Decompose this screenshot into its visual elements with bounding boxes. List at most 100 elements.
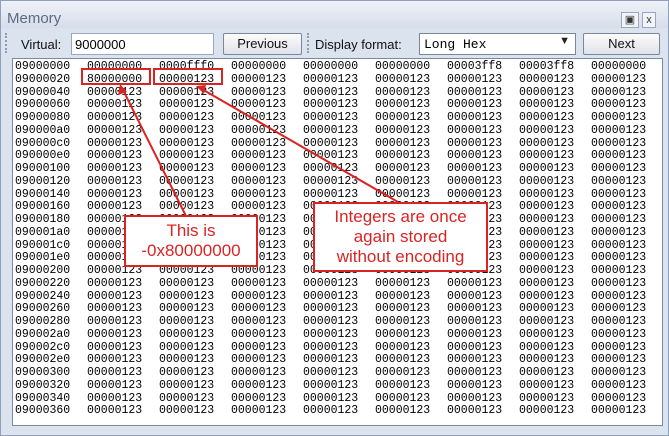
value-cell[interactable]: 00000123 <box>303 379 375 393</box>
value-cell[interactable]: 00000123 <box>303 328 375 342</box>
value-cell[interactable]: 00000123 <box>519 328 591 342</box>
value-cell[interactable]: 00000123 <box>375 175 447 189</box>
value-cell[interactable]: 00000123 <box>159 175 231 189</box>
value-cell[interactable]: 00000123 <box>87 162 159 176</box>
value-cell[interactable]: 00000123 <box>375 111 447 125</box>
restore-icon[interactable]: ▣ <box>621 12 639 28</box>
value-cell[interactable]: 00000123 <box>591 175 662 189</box>
value-cell[interactable]: 00000123 <box>87 379 159 393</box>
value-cell[interactable]: 00000123 <box>231 277 303 291</box>
value-cell[interactable]: 00000123 <box>375 404 447 418</box>
value-cell[interactable]: 00003ff8 <box>447 60 519 74</box>
value-cell[interactable]: 00000123 <box>375 379 447 393</box>
value-cell[interactable]: 00000123 <box>231 124 303 138</box>
value-cell[interactable]: 00000123 <box>519 124 591 138</box>
value-cell[interactable]: 00000123 <box>87 111 159 125</box>
value-cell[interactable]: 00000123 <box>159 124 231 138</box>
value-cell[interactable]: 00000123 <box>159 73 231 87</box>
value-cell[interactable]: 00000123 <box>159 111 231 125</box>
previous-button[interactable]: Previous <box>223 33 302 55</box>
value-cell[interactable]: 00000123 <box>519 162 591 176</box>
value-cell[interactable]: 00000123 <box>303 315 375 329</box>
next-button[interactable]: Next <box>583 33 660 55</box>
value-cell[interactable]: 00000123 <box>231 328 303 342</box>
virtual-address-input[interactable] <box>71 33 214 55</box>
value-cell[interactable]: 00000123 <box>303 366 375 380</box>
value-cell[interactable]: 00000123 <box>375 366 447 380</box>
value-cell[interactable]: 00000123 <box>519 213 591 227</box>
value-cell[interactable]: 00000123 <box>591 379 662 393</box>
value-cell[interactable]: 00000123 <box>519 366 591 380</box>
value-cell[interactable]: 00000123 <box>447 277 519 291</box>
display-format-select[interactable]: Long Hex ▼ <box>419 33 576 55</box>
value-cell[interactable]: 00000123 <box>591 162 662 176</box>
value-cell[interactable]: 00000123 <box>231 379 303 393</box>
value-cell[interactable]: 00000000 <box>591 60 662 74</box>
value-cell[interactable]: 00000123 <box>591 226 662 240</box>
value-cell[interactable]: 00000123 <box>519 73 591 87</box>
value-cell[interactable]: 00003ff8 <box>519 60 591 74</box>
value-cell[interactable]: 00000123 <box>87 366 159 380</box>
value-cell[interactable]: 00000123 <box>591 277 662 291</box>
value-cell[interactable]: 00000123 <box>303 404 375 418</box>
value-cell[interactable]: 00000123 <box>303 277 375 291</box>
value-cell[interactable]: 00000123 <box>87 404 159 418</box>
value-cell[interactable]: 00000123 <box>231 111 303 125</box>
value-cell[interactable]: 00000123 <box>591 366 662 380</box>
value-cell[interactable]: 00000123 <box>87 328 159 342</box>
value-cell[interactable]: 00000123 <box>159 277 231 291</box>
value-cell[interactable]: 00000123 <box>519 379 591 393</box>
value-cell[interactable]: 00000123 <box>231 315 303 329</box>
value-cell[interactable]: 00000123 <box>87 175 159 189</box>
toolbar-grip-icon[interactable] <box>5 33 10 53</box>
value-cell[interactable]: 00000123 <box>519 226 591 240</box>
value-cell[interactable]: 00000123 <box>447 111 519 125</box>
value-cell[interactable]: 00000000 <box>231 60 303 74</box>
value-cell[interactable]: 00000123 <box>591 111 662 125</box>
value-cell[interactable]: 00000123 <box>231 404 303 418</box>
chevron-down-icon[interactable]: ▼ <box>559 35 570 47</box>
value-cell[interactable]: 00000000 <box>303 60 375 74</box>
value-cell[interactable]: 00000123 <box>303 175 375 189</box>
value-cell[interactable]: 00000123 <box>159 404 231 418</box>
value-cell[interactable]: 00000123 <box>447 328 519 342</box>
value-cell[interactable]: 00000123 <box>87 315 159 329</box>
value-cell[interactable]: 00000123 <box>447 162 519 176</box>
toolbar-grip-icon[interactable] <box>307 33 312 53</box>
value-cell[interactable]: 00000123 <box>159 162 231 176</box>
value-cell[interactable]: 00000123 <box>159 379 231 393</box>
value-cell[interactable]: 00000123 <box>519 404 591 418</box>
value-cell[interactable]: 00000000 <box>375 60 447 74</box>
value-cell[interactable]: 0000fff0 <box>159 60 231 74</box>
value-cell[interactable]: 00000123 <box>591 73 662 87</box>
value-cell[interactable]: 00000123 <box>447 379 519 393</box>
value-cell[interactable]: 00000123 <box>447 73 519 87</box>
value-cell[interactable]: 00000123 <box>447 404 519 418</box>
value-cell[interactable]: 00000123 <box>303 124 375 138</box>
value-cell[interactable]: 00000123 <box>375 277 447 291</box>
value-cell[interactable]: 00000123 <box>519 111 591 125</box>
value-cell[interactable]: 00000123 <box>231 73 303 87</box>
value-cell[interactable]: 80000000 <box>87 73 159 87</box>
value-cell[interactable]: 00000123 <box>375 124 447 138</box>
value-cell[interactable]: 00000123 <box>375 73 447 87</box>
value-cell[interactable]: 00000123 <box>519 277 591 291</box>
value-cell[interactable]: 00000123 <box>447 124 519 138</box>
value-cell[interactable]: 00000123 <box>303 73 375 87</box>
value-cell[interactable]: 00000123 <box>591 124 662 138</box>
value-cell[interactable]: 00000123 <box>231 175 303 189</box>
value-cell[interactable]: 00000123 <box>519 315 591 329</box>
value-cell[interactable]: 00000123 <box>231 366 303 380</box>
value-cell[interactable]: 00000123 <box>375 315 447 329</box>
value-cell[interactable]: 00000123 <box>87 124 159 138</box>
value-cell[interactable]: 00000123 <box>447 175 519 189</box>
value-cell[interactable]: 00000123 <box>591 213 662 227</box>
value-cell[interactable]: 00000123 <box>159 366 231 380</box>
value-cell[interactable]: 00000123 <box>447 366 519 380</box>
value-cell[interactable]: 00000123 <box>591 264 662 278</box>
value-cell[interactable]: 00000123 <box>159 328 231 342</box>
value-cell[interactable]: 00000123 <box>519 175 591 189</box>
value-cell[interactable]: 00000123 <box>375 162 447 176</box>
value-cell[interactable]: 00000123 <box>159 315 231 329</box>
value-cell[interactable]: 00000123 <box>375 328 447 342</box>
